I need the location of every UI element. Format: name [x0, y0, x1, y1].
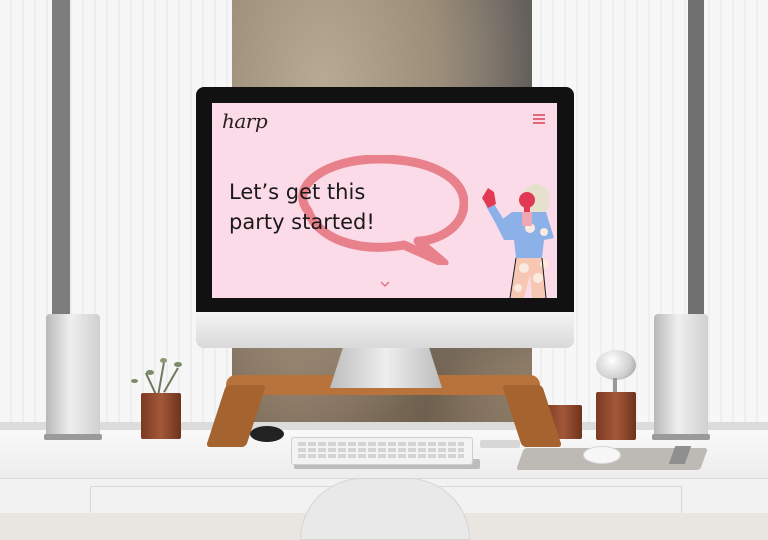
keyboard [291, 437, 473, 465]
monitor-chin [196, 312, 574, 348]
speaker-left [46, 314, 100, 438]
monitor-stand [330, 346, 442, 388]
speaker-left-base [44, 434, 102, 440]
speaker-right-base [652, 434, 710, 440]
hamburger-menu-icon[interactable] [533, 114, 545, 124]
plant-pot [141, 393, 181, 439]
waving-person-illustration [482, 184, 554, 298]
website-screen: harp Let’s get this party started! [212, 103, 557, 298]
trackpad [480, 440, 520, 448]
lamp-base [596, 392, 636, 440]
speaker-right [654, 314, 708, 438]
hero-headline: Let’s get this party started! [229, 180, 375, 234]
window-frame-right [688, 0, 704, 315]
site-logo[interactable]: harp [222, 109, 268, 133]
lamp-bulb [596, 350, 636, 380]
puck-speaker [250, 426, 284, 442]
window-frame-left [52, 0, 70, 315]
mouse [583, 446, 621, 464]
chevron-down-icon[interactable] [380, 279, 390, 289]
